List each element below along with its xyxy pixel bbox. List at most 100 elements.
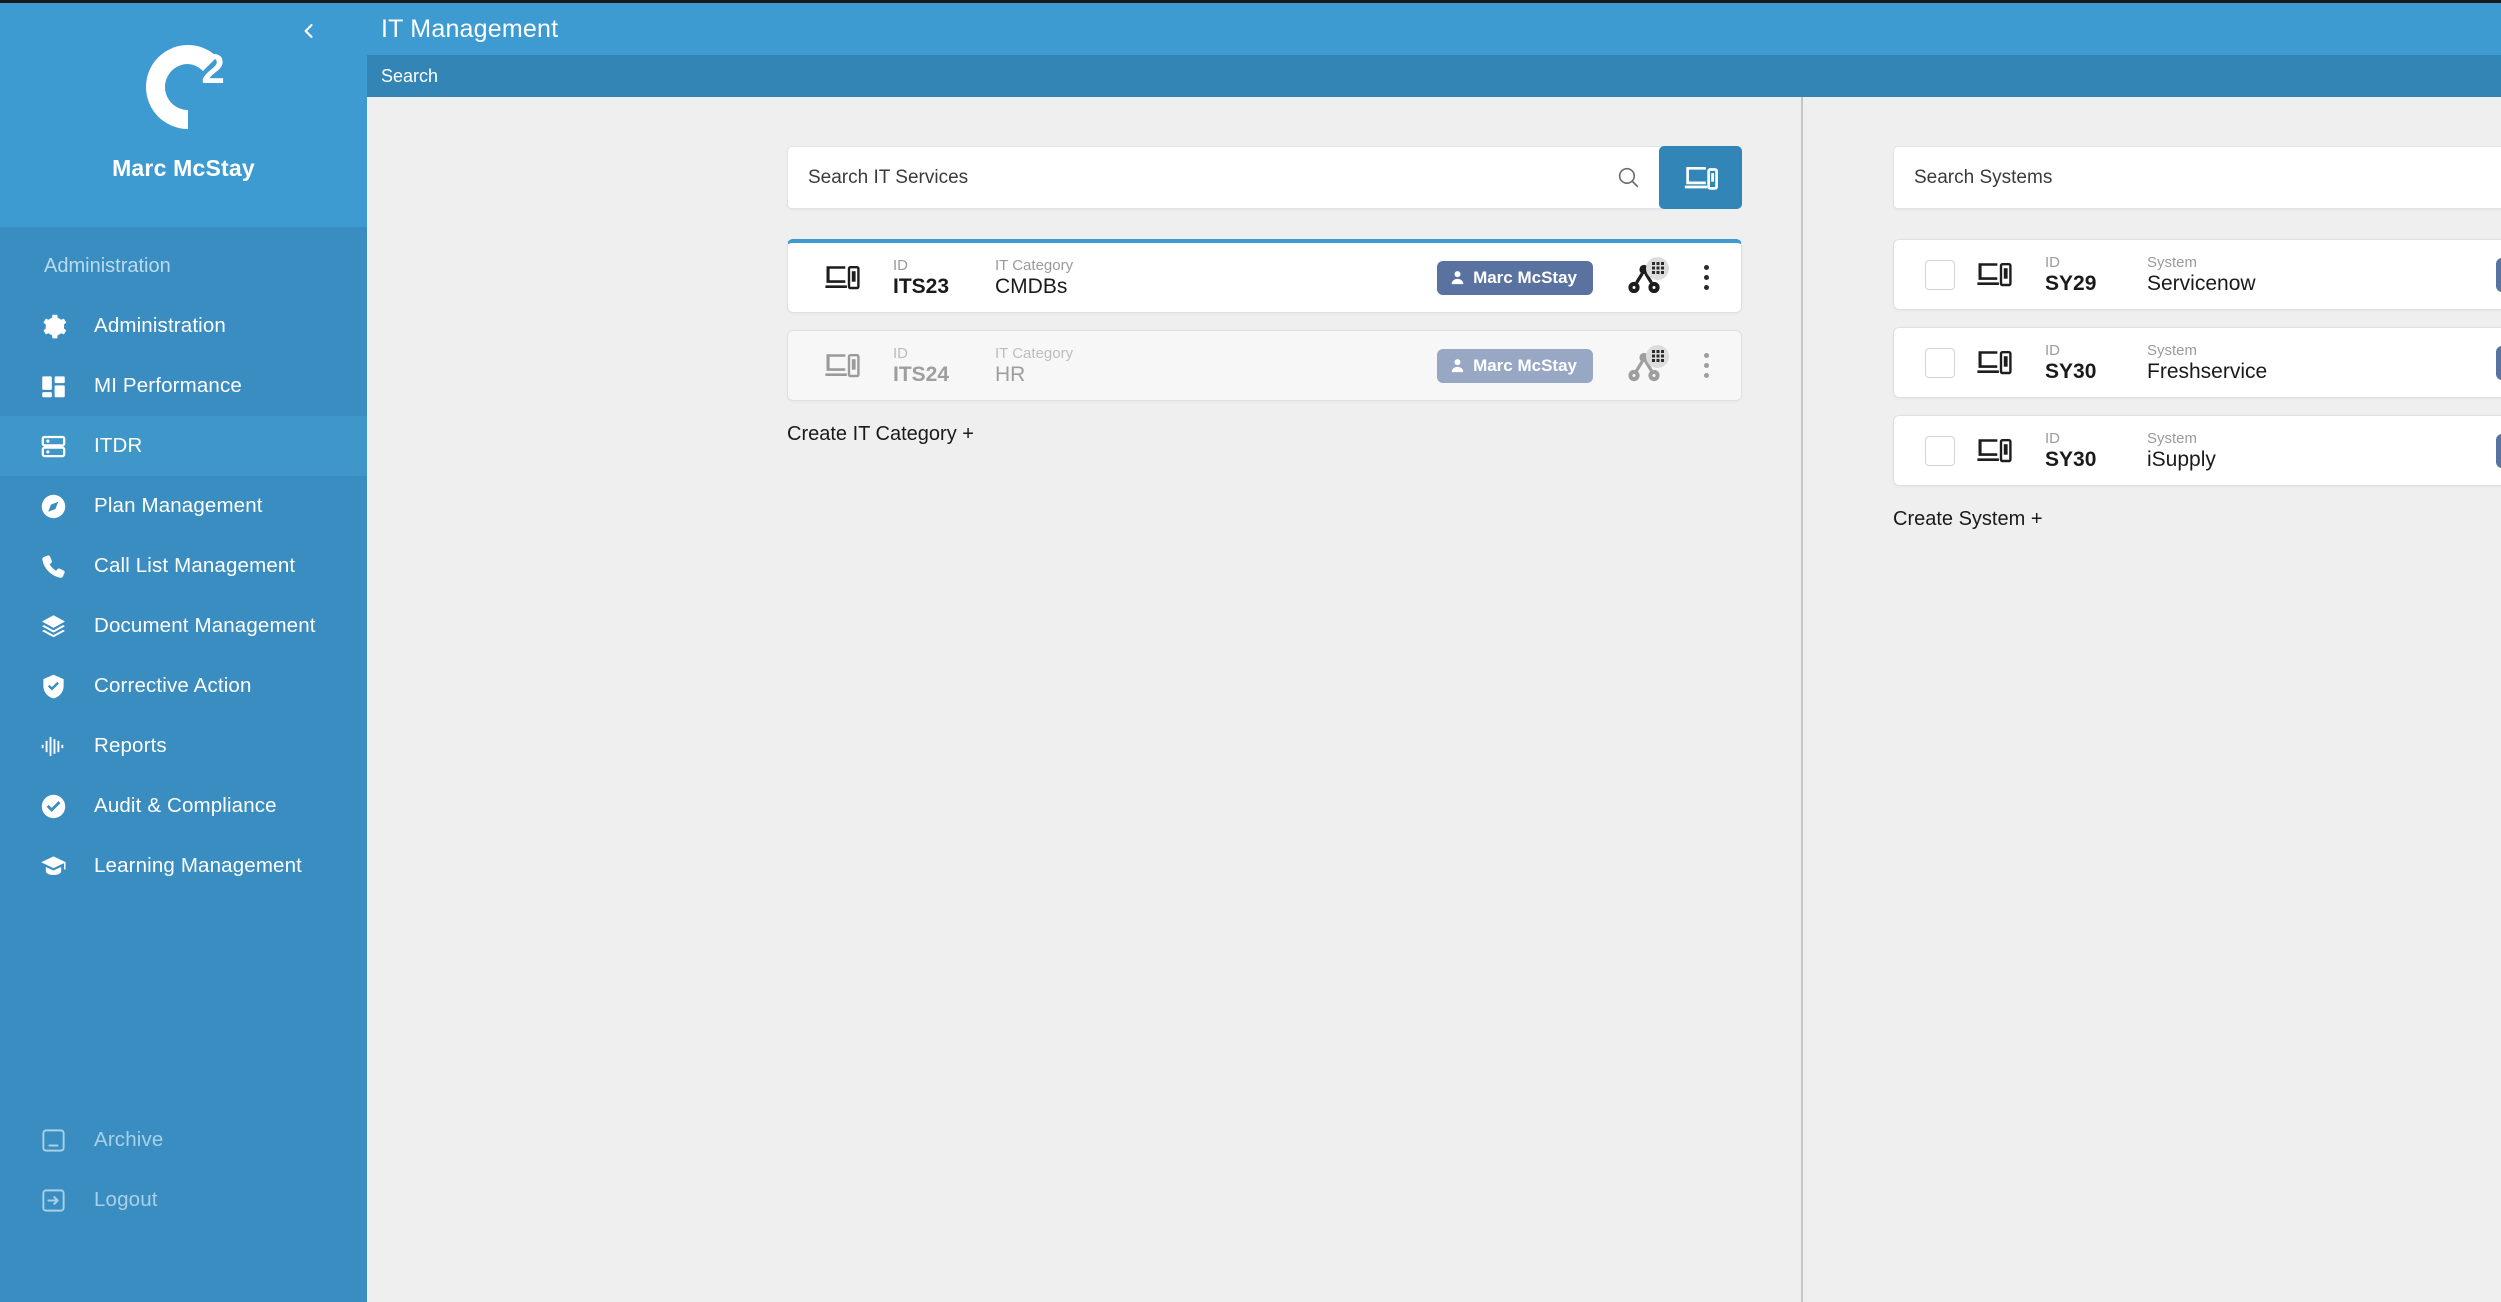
system-select-checkbox[interactable] [1925,259,1955,290]
sidebar-item-plan-management[interactable]: Plan Management [0,476,367,536]
it-category-card[interactable]: ID ITS24 IT Category HR Marc McStay [787,330,1742,401]
sidebar-item-logout[interactable]: Logout [0,1170,367,1230]
sidebar-item-reports[interactable]: Reports [0,716,367,776]
field-label: IT Category [995,256,1074,274]
devices-icon [1977,261,2021,288]
tab-search[interactable]: Search [381,66,438,87]
sidebar-item-label: Document Management [94,614,316,637]
user-icon [1451,359,1464,373]
search-it-services-input[interactable] [808,166,1616,189]
sidebar-item-corrective-action[interactable]: Corrective Action [0,656,367,716]
it-services-panel: ID ITS23 IT Category CMDBs Marc McStay [367,97,1801,1302]
systems-searchbar [1893,146,2501,209]
sidebar-section-label: Administration [0,227,367,296]
devices-icon [1684,166,1718,190]
share-network-button[interactable] [1627,344,1669,387]
phone-icon [30,553,76,580]
waveform-icon [30,733,76,760]
card-field-system: System Servicenow [2147,254,2256,296]
it-category-card[interactable]: ID ITS23 IT Category CMDBs Marc McStay [787,239,1742,313]
sidebar-item-label: Administration [94,314,226,337]
card-field-id: ID ITS23 [893,257,967,299]
card-actions [1627,256,1719,299]
logo-c2-icon: 2 [145,45,224,129]
sidebar-item-label: Call List Management [94,554,296,577]
shield-check-icon [30,673,76,700]
sidebar-item-administration[interactable]: Administration [0,296,367,356]
search-input-container [1893,146,2501,209]
field-label: ID [893,256,908,274]
sidebar-item-label: ITDR [94,434,143,457]
app-window: 2 Marc McStay Administration Administrat… [0,0,2501,1302]
magnifier-icon[interactable] [1616,165,1641,190]
sidebar-item-learning-management[interactable]: Learning Management [0,836,367,896]
page-title: IT Management [381,14,559,43]
system-card[interactable]: ID SY29 System Servicenow Marc McStay [1893,239,2501,310]
field-value: HR [995,362,1026,386]
sidebar-item-label: Learning Management [94,854,302,877]
dashboard-icon [30,373,76,400]
sidebar-item-label: Archive [94,1128,164,1151]
devices-icon [825,264,869,291]
sidebar-item-call-list-management[interactable]: Call List Management [0,536,367,596]
grid-badge-icon [1646,256,1669,280]
search-input-container [787,146,1663,209]
system-card[interactable]: ID SY30 System iSupply Marc McStay [1893,415,2501,486]
field-value: Servicenow [2147,271,2256,295]
share-network-button[interactable] [1627,256,1669,299]
sidebar-item-label: Audit & Compliance [94,794,277,817]
grid-badge-icon [1646,344,1669,368]
create-it-category-link[interactable]: Create IT Category + [787,423,1742,446]
sidebar-bottom-nav: Archive Logout [0,1110,367,1302]
field-label: IT Category [995,344,1074,362]
search-systems-input[interactable] [1914,166,2501,189]
it-services-search-button[interactable] [1659,146,1742,209]
sidebar-username: Marc McStay [112,155,255,181]
system-select-checkbox[interactable] [1925,347,1955,378]
field-label: ID [893,344,908,362]
system-select-checkbox[interactable] [1925,435,1955,466]
field-label: System [2147,253,2198,271]
app-logo: 2 [0,37,367,150]
server-icon [30,433,76,460]
check-circle-icon [30,793,76,820]
field-value: SY29 [2045,271,2097,295]
owner-chip[interactable]: Marc McStay [1437,348,1593,383]
devices-icon [1977,437,2021,464]
card-field-id: ID SY29 [2045,254,2119,296]
field-value: ITS23 [893,274,950,298]
archive-icon [30,1127,76,1154]
owner-chip[interactable]: Marc McStay [2496,345,2501,380]
owner-chip[interactable]: Marc McStay [2496,257,2501,292]
sidebar-item-document-management[interactable]: Document Management [0,596,367,656]
panel-divider [1801,97,1803,1302]
system-card[interactable]: ID SY30 System Freshservice Marc McStay [1893,327,2501,398]
card-field-system: System Freshservice [2147,342,2267,384]
card-menu-button[interactable] [1693,347,1719,385]
card-field-system: System iSupply [2147,430,2216,472]
card-field-id: ID SY30 [2045,430,2119,472]
layers-icon [30,613,76,640]
field-value: SY30 [2045,359,2097,383]
sidebar-item-mi-performance[interactable]: MI Performance [0,356,367,416]
compass-icon [30,493,76,520]
it-services-searchbar [787,146,1742,209]
page-header: IT Management [367,3,2501,55]
owner-chip[interactable]: Marc McStay [1437,260,1593,295]
sidebar-item-audit-compliance[interactable]: Audit & Compliance [0,776,367,836]
field-label: ID [2045,341,2060,359]
sidebar-item-itdr[interactable]: ITDR [0,416,367,476]
field-value: SY30 [2045,447,2097,471]
tab-bar: Search [367,55,2501,97]
field-label: System [2147,341,2198,359]
sidebar-item-label: Plan Management [94,494,263,517]
card-field-category: IT Category CMDBs [995,257,1073,299]
card-menu-button[interactable] [1693,259,1719,297]
create-system-link[interactable]: Create System + [1893,508,2501,531]
owner-chip[interactable]: Marc McStay [2496,433,2501,468]
field-value: CMDBs [995,274,1068,298]
devices-icon [825,352,869,379]
field-value: iSupply [2147,447,2216,471]
sidebar-item-archive[interactable]: Archive [0,1110,367,1170]
main-area: IT Management Search Search IT Services … [367,3,2501,1302]
